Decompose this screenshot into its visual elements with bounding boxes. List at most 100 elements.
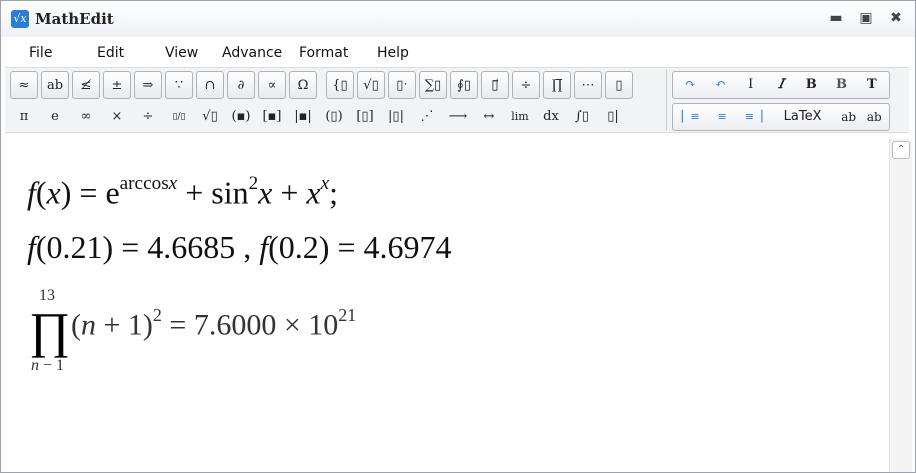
eq3-open: ( <box>71 308 81 342</box>
toolbar-row-1: ≈ ab ≰ ± ⇒ ∵ ∩ ∂ ∝ Ω {▯ √▯ ▯ˑ ∑▯ ∮▯ ▯⃗ ÷… <box>10 71 633 99</box>
align-center-icon[interactable]: ≡ <box>708 103 735 131</box>
bracket-box-button[interactable]: [▯] <box>351 103 379 131</box>
brackets-button[interactable]: [▪] <box>258 103 286 131</box>
times-button[interactable]: × <box>103 103 131 131</box>
format-group-1: ↷ ↶ I 𝐼 B B T <box>672 71 890 99</box>
radical-template-button[interactable]: √▯ <box>357 71 385 99</box>
because-button[interactable]: ∵ <box>165 71 193 99</box>
italic-off-button[interactable]: I <box>738 71 764 99</box>
eq2-a: (0.21) = 4.6685 , <box>35 229 260 265</box>
title-bar: √x MathEdit ▬ ▣ ✖ <box>1 1 915 37</box>
bold-button[interactable]: B <box>798 71 824 99</box>
latex-button[interactable]: LaTeX <box>771 103 834 131</box>
eq2-f2: f <box>259 229 269 265</box>
menu-advance[interactable]: Advance <box>222 45 282 61</box>
menu-bar: File Edit View Advance Format Help <box>1 41 915 63</box>
maximize-button[interactable]: ▣ <box>857 9 875 27</box>
equation-1: f(x) = earccosx + sin2x + xx; <box>27 173 338 211</box>
align-left-icon[interactable]: ▏≡ <box>677 103 704 131</box>
matrix-template-button[interactable]: ⋯ <box>574 71 602 99</box>
undo-icon[interactable]: ↶ <box>707 71 733 99</box>
fence-template-button[interactable]: {▯ <box>326 71 354 99</box>
greek-button[interactable]: Ω <box>289 71 317 99</box>
script-template-button[interactable]: ▯ˑ <box>388 71 416 99</box>
dx-button[interactable]: dx <box>537 103 565 131</box>
partial-button[interactable]: ∂ <box>227 71 255 99</box>
eq1-close: ) <box>60 174 72 211</box>
eq3-exp: 21 <box>338 305 357 325</box>
limit-button[interactable]: lim <box>506 103 534 131</box>
eq2-f: f <box>27 229 36 265</box>
menu-format[interactable]: Format <box>299 45 348 61</box>
menu-help[interactable]: Help <box>377 45 409 61</box>
vertical-scrollbar[interactable]: ⌃ <box>889 139 912 472</box>
paren-box-button[interactable]: (▯) <box>320 103 348 131</box>
spell-alt-button[interactable]: ab <box>863 103 885 131</box>
text-button[interactable]: T <box>859 71 885 99</box>
sqrt-button[interactable]: √▯ <box>196 103 224 131</box>
eq1-eq: = e <box>71 174 120 211</box>
toolbar-separator <box>666 70 667 130</box>
abs-button[interactable]: |▪| <box>289 103 317 131</box>
parentheses-button[interactable]: (▪) <box>227 103 255 131</box>
menu-view[interactable]: View <box>165 45 198 61</box>
eq1-f: f <box>27 174 36 211</box>
fraction-button[interactable]: ▯/▯ <box>165 103 193 131</box>
align-right-icon[interactable]: ≡▕ <box>740 103 767 131</box>
close-button[interactable]: ✖ <box>887 9 905 27</box>
infinity-button[interactable]: ∞ <box>72 103 100 131</box>
equation-3: 13 ∏ n − 1 (n + 1)2 = 7.6000 × 1021 <box>27 287 527 377</box>
approx-button[interactable]: ≈ <box>10 71 38 99</box>
divide-button[interactable]: ÷ <box>134 103 162 131</box>
double-arrow-button[interactable]: ↔ <box>475 103 503 131</box>
set-button[interactable]: ∩ <box>196 71 224 99</box>
minimize-button[interactable]: ▬ <box>827 9 845 27</box>
bold-off-button[interactable]: B <box>828 71 854 99</box>
format-group-2: ▏≡ ≡ ≡▕ LaTeX ab ab <box>672 103 890 131</box>
integral-button[interactable]: ∫▯ <box>568 103 596 131</box>
eq1-x: x <box>46 174 61 211</box>
menu-edit[interactable]: Edit <box>97 45 124 61</box>
toolbar-row-2: π e ∞ × ÷ ▯/▯ √▯ (▪) [▪] |▪| (▯) [▯] |▯|… <box>10 103 627 131</box>
eq1-semi: ; <box>329 174 339 211</box>
equation-editor-area[interactable]: f(x) = earccosx + sin2x + xx; f(0.21) = … <box>5 137 887 472</box>
scroll-up-icon[interactable]: ⌃ <box>892 141 910 159</box>
proportional-button[interactable]: ∝ <box>258 71 286 99</box>
eq1-plus: + sin <box>177 174 249 211</box>
italic-button[interactable]: 𝐼 <box>768 71 794 99</box>
sum-template-button[interactable]: ∑▯ <box>419 71 447 99</box>
spell-button[interactable]: ab <box>838 103 860 131</box>
pi-button[interactable]: π <box>10 103 38 131</box>
e-button[interactable]: e <box>41 103 69 131</box>
long-arrow-button[interactable]: ⟶ <box>444 103 472 131</box>
eq1-xexp: x <box>320 173 330 194</box>
eq1-plus2: + <box>272 174 307 211</box>
eq3-eq: = 7.6000 × 10 <box>161 308 339 342</box>
product-template-button[interactable]: ∏̅ <box>543 71 571 99</box>
plusminus-button[interactable]: ± <box>103 71 131 99</box>
window-title: MathEdit <box>35 10 114 28</box>
accent-button[interactable]: ab <box>41 71 69 99</box>
vector-template-button[interactable]: ▯⃗ <box>481 71 509 99</box>
dots-button[interactable]: ⋰ <box>413 103 441 131</box>
eval-bar-button[interactable]: ▯| <box>599 103 627 131</box>
eq1-x2: x <box>258 174 273 211</box>
eq1-expvar: x <box>168 173 178 194</box>
abs-box-button[interactable]: |▯| <box>382 103 410 131</box>
product-expression: (n + 1)2 = 7.6000 × 1021 <box>71 305 356 343</box>
arrow-button[interactable]: ⇒ <box>134 71 162 99</box>
eq3-pow: 2 <box>152 305 162 325</box>
eq1-sq: 2 <box>248 173 259 194</box>
menu-file[interactable]: File <box>29 45 52 61</box>
product-symbol: ∏ <box>29 302 71 358</box>
integral-template-button[interactable]: ∮▯ <box>450 71 478 99</box>
division-template-button[interactable]: ÷ <box>512 71 540 99</box>
relation-button[interactable]: ≰ <box>72 71 100 99</box>
box-template-button[interactable]: ▯ <box>605 71 633 99</box>
eq1-x3: x <box>306 174 321 211</box>
redo-icon[interactable]: ↷ <box>677 71 703 99</box>
product-lower-rest: − 1 <box>39 357 65 374</box>
eq3-n: n <box>81 308 96 342</box>
product-lower-n: n <box>31 357 39 374</box>
eq3-mid: + 1) <box>96 308 153 342</box>
